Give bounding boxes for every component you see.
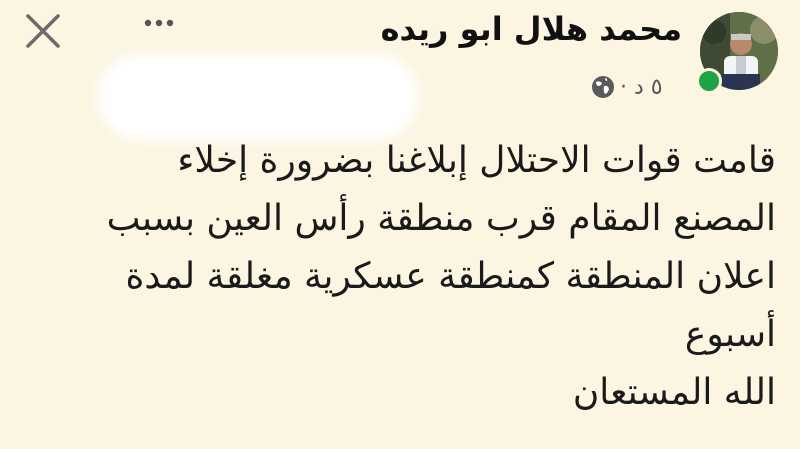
post-line: أسبوع [684, 314, 776, 355]
post-time[interactable]: ٥ د · [620, 75, 663, 100]
post-line: اعلان المنطقة كمنطقة عسكرية مغلقة لمدة [125, 256, 776, 297]
post-line: قامت قوات الاحتلال إبلاغنا بضرورة إخلاء [177, 140, 776, 181]
post-line: الله المستعان [572, 372, 776, 413]
close-icon [26, 14, 60, 48]
post-meta: ٥ د · [590, 70, 663, 104]
globe-icon[interactable] [590, 74, 616, 100]
more-icon [144, 19, 174, 27]
redacted-area [104, 60, 412, 134]
more-options-button[interactable] [140, 10, 178, 36]
close-button[interactable] [22, 10, 64, 52]
post-card: محمد هلال ابو ريده ٥ د · قامت قوات الاحت… [0, 0, 800, 449]
post-line: المصنع المقام قرب منطقة رأس العين بسبب [106, 198, 776, 239]
author-name[interactable]: محمد هلال ابو ريده [381, 8, 682, 50]
post-body: قامت قوات الاحتلال إبلاغنا بضرورة إخلاء … [86, 132, 776, 422]
online-status-dot [696, 68, 722, 94]
